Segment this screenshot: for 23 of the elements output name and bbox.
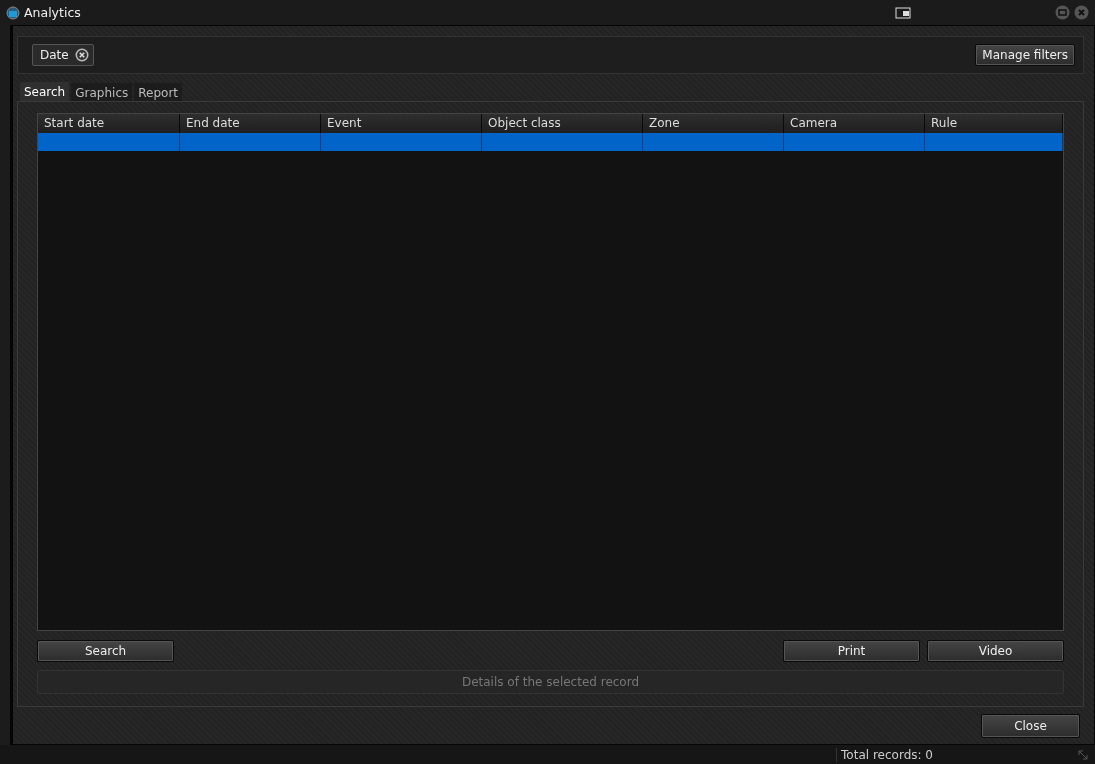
resize-grip-icon[interactable]: [1077, 748, 1089, 761]
column-header[interactable]: Camera: [784, 114, 925, 133]
column-header[interactable]: Event: [321, 114, 482, 133]
window-title: Analytics: [24, 5, 82, 20]
app-logo-icon: [6, 5, 20, 20]
total-records-text: Total records: 0: [836, 747, 933, 762]
remove-icon[interactable]: [74, 48, 89, 62]
close-icon[interactable]: [1074, 5, 1089, 20]
close-button[interactable]: Close: [981, 713, 1080, 738]
column-header[interactable]: Rule: [925, 114, 1063, 133]
window-mode-icon[interactable]: [895, 6, 911, 19]
column-header[interactable]: Zone: [643, 114, 784, 133]
minimize-icon[interactable]: [1055, 5, 1070, 20]
tab[interactable]: Search: [20, 82, 70, 101]
column-header[interactable]: Start date: [38, 114, 180, 133]
column-header[interactable]: End date: [180, 114, 321, 133]
action-button[interactable]: Search: [37, 640, 174, 662]
details-bar: Details of the selected record: [37, 670, 1064, 694]
filter-chip[interactable]: Date: [32, 44, 94, 66]
action-button[interactable]: Print: [783, 640, 920, 662]
action-button[interactable]: Video: [927, 640, 1064, 662]
column-header[interactable]: Object class: [482, 114, 643, 133]
manage-filters-button[interactable]: Manage filters: [975, 44, 1075, 66]
